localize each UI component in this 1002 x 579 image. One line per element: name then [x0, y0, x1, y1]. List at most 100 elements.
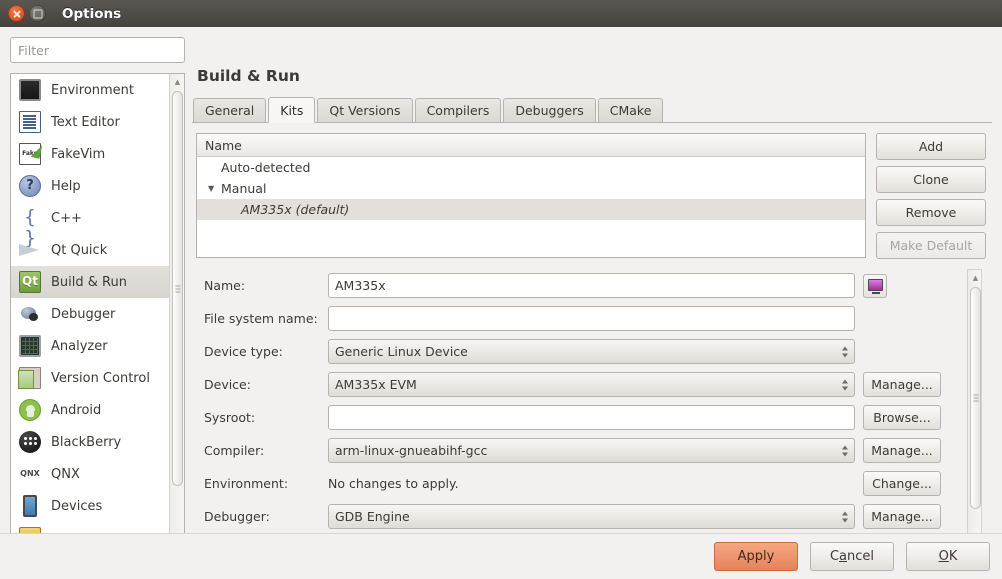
kit-tree-row-label: Auto-detected — [221, 160, 311, 175]
options-dialog: Environment Text Editor Fake FakeVim? Help { … — [0, 27, 1002, 579]
kits-tab-panel: Name Auto-detected ▼ Manual AM335x (default… — [192, 123, 992, 547]
sidebar-item-qt-quick[interactable]: Qt Quick — [11, 234, 169, 266]
sidebar-item-build-run[interactable]: Qt Build & Run — [11, 266, 169, 298]
sidebar-item-label: FakeVim — [51, 146, 106, 162]
fakevim-icon: Fake — [19, 143, 41, 165]
tab-compilers[interactable]: Compilers — [414, 98, 502, 122]
form-control-wrap: arm-linux-gnueabihf-gcc Manage... — [328, 438, 966, 463]
ok-button[interactable]: OK — [906, 542, 990, 571]
analyzer-icon — [19, 335, 41, 357]
qnx-icon: QNX — [20, 469, 40, 478]
tab-qt-versions[interactable]: Qt Versions — [317, 98, 413, 122]
device-manage-button[interactable]: Manage... — [863, 372, 941, 397]
sidebar-item-label: Help — [51, 178, 81, 194]
sidebar-item-fakevim[interactable]: Fake FakeVim — [11, 138, 169, 170]
compiler-combobox[interactable]: arm-linux-gnueabihf-gcc — [328, 438, 855, 463]
remove-button[interactable]: Remove — [876, 199, 986, 226]
cpp-icon: { } — [23, 206, 37, 249]
form-scroll-up-icon[interactable]: ▲ — [968, 270, 983, 285]
sidebar-item-label: QNX — [51, 466, 80, 482]
scroll-up-icon[interactable]: ▲ — [170, 74, 184, 89]
form-row: Device: AM335x EVM Manage... — [196, 368, 966, 401]
kit-tree-row-label: AM335x (default) — [241, 202, 350, 217]
sidebar-item-analyzer[interactable]: Analyzer — [11, 330, 169, 362]
cancel-label-mnemonic: a — [839, 549, 848, 564]
sidebar-item-environment[interactable]: Environment — [11, 74, 169, 106]
category-list-scrollbar[interactable]: ▲ ▼ — [169, 74, 184, 556]
ok-label-post: K — [948, 549, 958, 564]
name-input[interactable] — [328, 273, 855, 298]
environment-change-button[interactable]: Change... — [863, 471, 941, 496]
form-row: Compiler: arm-linux-gnueabihf-gcc Manage..… — [196, 434, 966, 467]
add-button[interactable]: Add — [876, 133, 986, 160]
form-row: Device type: Generic Linux Device — [196, 335, 966, 368]
devices-icon — [23, 495, 37, 517]
blackberry-icon — [19, 431, 41, 453]
window-title: Options — [62, 5, 122, 22]
chevron-updown-icon[interactable] — [842, 346, 848, 357]
file-system-name-input[interactable] — [328, 306, 855, 331]
debugger-manage-button[interactable]: Manage... — [863, 504, 941, 529]
combobox-value: GDB Engine — [335, 509, 410, 524]
environment-value: No changes to apply. — [328, 476, 459, 491]
sidebar-item-label: Text Editor — [51, 114, 120, 130]
page-title: Build & Run — [197, 67, 300, 85]
sidebar-item-label: Qt Quick — [51, 242, 108, 258]
close-icon[interactable] — [8, 5, 25, 22]
maximize-icon[interactable] — [29, 5, 46, 22]
sidebar-item-label: Devices — [51, 498, 103, 514]
kit-tree-row[interactable]: Auto-detected — [197, 157, 865, 178]
form-label: Environment: — [204, 476, 289, 491]
device-combobox[interactable]: AM335x EVM — [328, 372, 855, 397]
kit-tree[interactable]: Name Auto-detected ▼ Manual AM335x (default… — [196, 133, 866, 258]
device-monitor-icon[interactable] — [863, 273, 887, 298]
sidebar-item-debugger[interactable]: Debugger — [11, 298, 169, 330]
sidebar-item-devices[interactable]: Devices — [11, 490, 169, 522]
sidebar-item-qnx[interactable]: QNX QNX — [11, 458, 169, 490]
form-scrollbar[interactable]: ▲ ▼ — [967, 269, 982, 547]
cancel-button[interactable]: Cancel — [810, 542, 894, 571]
tab-debuggers[interactable]: Debuggers — [503, 98, 596, 122]
form-scrollbar-thumb[interactable] — [970, 287, 981, 509]
form-label: Device: — [204, 377, 251, 392]
clone-button[interactable]: Clone — [876, 166, 986, 193]
tab-general[interactable]: General — [193, 98, 267, 122]
category-list[interactable]: Environment Text Editor Fake FakeVim? Help { … — [10, 73, 185, 557]
form-row: Environment: No changes to apply. Change..… — [196, 467, 966, 500]
form-row: Sysroot: Browse... — [196, 401, 966, 434]
debugger-combobox[interactable]: GDB Engine — [328, 504, 855, 529]
ok-label-mnemonic: O — [938, 549, 949, 564]
kit-tree-row[interactable]: AM335x (default) — [197, 199, 865, 220]
form-control-wrap: No changes to apply. Change... — [328, 471, 966, 496]
sidebar-item-help[interactable]: ? Help — [11, 170, 169, 202]
sidebar-item-label: C++ — [51, 210, 82, 226]
form-row: Debugger: GDB Engine Manage... — [196, 500, 966, 533]
filter-input[interactable] — [10, 37, 185, 63]
sidebar-item-label: Android — [51, 402, 102, 418]
kit-action-buttons: Add Clone Remove Make Default — [876, 133, 986, 265]
kit-tree-row[interactable]: ▼ Manual — [197, 178, 865, 199]
combobox-value: AM335x EVM — [335, 377, 417, 392]
sidebar-item-text-editor[interactable]: Text Editor — [11, 106, 169, 138]
category-pane: Environment Text Editor Fake FakeVim? Help { … — [10, 37, 185, 557]
compiler-manage-button[interactable]: Manage... — [863, 438, 941, 463]
sysroot-browse-button[interactable]: Browse... — [863, 405, 941, 430]
apply-button[interactable]: Apply — [714, 542, 798, 571]
sidebar-item-blackberry[interactable]: BlackBerry — [11, 426, 169, 458]
text-editor-icon — [19, 111, 41, 133]
chevron-updown-icon[interactable] — [842, 445, 848, 456]
dialog-button-bar: Apply Cancel OK — [0, 533, 1002, 579]
sidebar-item-c-[interactable]: { } C++ — [11, 202, 169, 249]
device-type-combobox[interactable]: Generic Linux Device — [328, 339, 855, 364]
tab-kits[interactable]: Kits — [268, 97, 316, 123]
form-row: File system name: — [196, 302, 966, 335]
chevron-down-icon[interactable]: ▼ — [208, 184, 214, 193]
tab-cmake[interactable]: CMake — [597, 98, 664, 122]
sysroot-input[interactable] — [328, 405, 855, 430]
scrollbar-grip-icon — [175, 288, 180, 289]
sidebar-item-android[interactable]: Android — [11, 394, 169, 426]
chevron-updown-icon[interactable] — [842, 511, 848, 522]
chevron-updown-icon[interactable] — [842, 379, 848, 390]
scrollbar-thumb[interactable] — [172, 91, 183, 486]
sidebar-item-version-control[interactable]: Version Control — [11, 362, 169, 394]
